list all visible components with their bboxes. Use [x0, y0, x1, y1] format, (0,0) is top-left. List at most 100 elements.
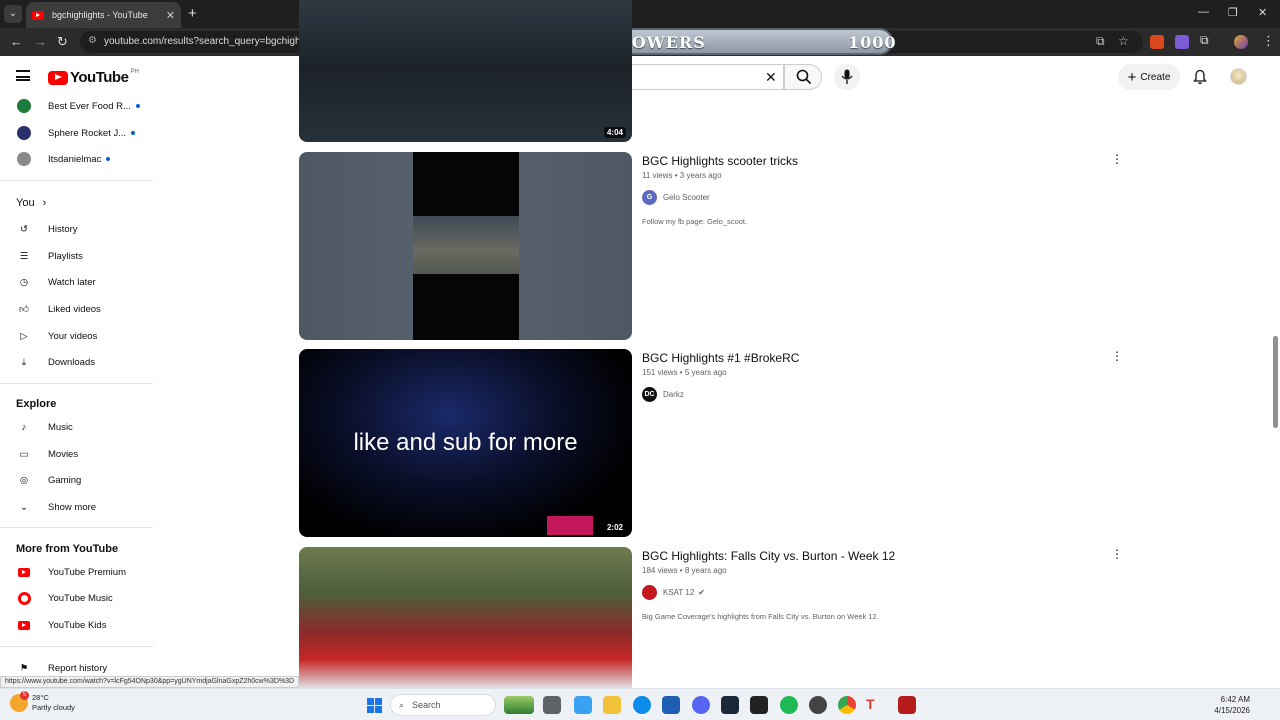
clock-time: 6:42 AM: [1220, 695, 1250, 704]
window-close-icon[interactable]: ✕: [1258, 6, 1267, 19]
typing-app-icon[interactable]: T: [866, 696, 884, 714]
page-scrollbar[interactable]: [1270, 56, 1280, 688]
extension-icon[interactable]: [1175, 35, 1189, 49]
search-result[interactable]: BGC Highlights: Falls City vs. Burton - …: [299, 547, 1129, 688]
sidebar-item-movies[interactable]: ▭ Movies: [16, 444, 79, 464]
you-section-link[interactable]: You ›: [16, 193, 46, 213]
video-thumbnail[interactable]: [299, 152, 632, 340]
subscription-item[interactable]: Best Ever Food R...: [16, 96, 140, 116]
sidebar-item-playlists[interactable]: ☰ Playlists: [16, 246, 83, 266]
store-icon[interactable]: [662, 696, 680, 714]
account-avatar[interactable]: [1230, 68, 1247, 85]
channel-link[interactable]: DC Darkz: [642, 387, 684, 402]
taskbar-search[interactable]: ⌕ Search: [390, 694, 496, 716]
more-actions-icon[interactable]: ⋮: [1111, 547, 1123, 561]
verified-check-icon: ✔: [698, 588, 705, 597]
search-result[interactable]: 4:04: [299, 0, 1129, 142]
video-frame: [413, 152, 519, 340]
back-icon[interactable]: ←: [10, 34, 23, 49]
windows-start-icon[interactable]: [367, 698, 382, 713]
sidebar-item-youtube-premium[interactable]: YouTube Premium: [16, 562, 126, 582]
sidebar-item-watch-later[interactable]: ◷ Watch later: [16, 272, 96, 292]
video-thumbnail[interactable]: like and sub for more 2:02: [299, 349, 632, 537]
sidebar-item-your-videos[interactable]: ▷ Your videos: [16, 326, 97, 346]
divider: [0, 646, 153, 647]
search-result[interactable]: like and sub for more 2:02 BGC Highlight…: [299, 349, 1129, 537]
hamburger-menu-icon[interactable]: [16, 70, 30, 81]
video-thumbnail[interactable]: 4:04: [299, 0, 632, 142]
sidebar-item-youtube-kids[interactable]: YouTube Kids: [16, 615, 106, 635]
sidebar-item-gaming[interactable]: ◎ Gaming: [16, 470, 81, 490]
sidebar-item-report-history[interactable]: ⚑ Report history: [16, 658, 107, 678]
create-button[interactable]: + Create: [1118, 64, 1180, 90]
more-actions-icon[interactable]: ⋮: [1111, 349, 1123, 363]
subscription-item[interactable]: Sphere Rocket J...: [16, 123, 136, 143]
install-app-icon[interactable]: ⧉: [1096, 34, 1105, 49]
sidebar-item-history[interactable]: ↺ History: [16, 219, 78, 239]
bookmark-star-icon[interactable]: ☆: [1118, 34, 1129, 48]
forward-icon[interactable]: →: [34, 34, 47, 49]
task-view-icon[interactable]: [543, 696, 561, 714]
discord-icon[interactable]: [692, 696, 710, 714]
video-thumbnail[interactable]: [299, 547, 632, 688]
scrollbar-thumb[interactable]: [1273, 336, 1278, 428]
restore-icon[interactable]: ❐: [1228, 6, 1238, 19]
create-label: Create: [1140, 71, 1171, 83]
obs-icon[interactable]: [809, 696, 827, 714]
new-content-dot: [106, 157, 111, 161]
video-title[interactable]: BGC Highlights scooter tricks: [642, 154, 798, 168]
sidebar-item-label: Movies: [48, 448, 79, 460]
subscription-label: Itsdanielmac: [48, 153, 102, 165]
weather-widget[interactable]: 5 28°C Partly cloudy: [10, 691, 75, 713]
notifications-bell-icon[interactable]: [1192, 69, 1208, 85]
video-title[interactable]: BGC Highlights: Falls City vs. Burton - …: [642, 549, 895, 563]
tab-search-icon[interactable]: ⌄: [4, 5, 22, 23]
channel-link[interactable]: G Gelo Scooter: [642, 190, 710, 205]
browser-tab[interactable]: bgchighlights - YouTube ✕: [26, 2, 181, 28]
search-button[interactable]: [784, 64, 822, 90]
capcut-icon[interactable]: [750, 696, 768, 714]
channel-link[interactable]: KSAT 12 ✔: [642, 585, 705, 600]
tab-close-icon[interactable]: ✕: [166, 9, 175, 22]
photos-app-icon[interactable]: [574, 696, 592, 714]
extensions-puzzle-icon[interactable]: ⧉: [1200, 33, 1214, 47]
youtube-logo[interactable]: YouTube PH: [48, 69, 139, 86]
file-explorer-icon[interactable]: [603, 696, 621, 714]
sidebar-item-downloads[interactable]: ⤓ Downloads: [16, 352, 95, 372]
profile-avatar[interactable]: [1234, 35, 1248, 49]
reload-icon[interactable]: ↻: [57, 34, 68, 50]
system-clock[interactable]: 6:42 AM 4/15/2026: [1208, 694, 1250, 716]
video-title[interactable]: BGC Highlights #1 #BrokeRC: [642, 351, 799, 365]
extension-icon[interactable]: [1150, 35, 1164, 49]
clear-search-icon[interactable]: ✕: [765, 69, 777, 86]
site-info-icon[interactable]: ⚙: [88, 35, 97, 46]
sidebar-item-label: Liked videos: [48, 303, 101, 315]
yt-kids-icon: [18, 620, 30, 630]
channel-avatar: G: [642, 190, 657, 205]
minimize-icon[interactable]: —: [1198, 6, 1209, 18]
subscription-item[interactable]: Itsdanielmac: [16, 149, 111, 169]
search-result[interactable]: BGC Highlights scooter tricks 11 views •…: [299, 152, 1129, 340]
chrome-icon[interactable]: [838, 696, 856, 714]
new-tab-icon[interactable]: +: [188, 5, 197, 22]
more-actions-icon[interactable]: ⋮: [1111, 152, 1123, 166]
sidebar-item-music[interactable]: ♪ Music: [16, 417, 73, 437]
widgets-icon[interactable]: [504, 696, 534, 714]
browser-tab-bar: ⌄ bgchighlights - YouTube ✕ + — ❐ ✕: [0, 0, 1280, 28]
thumbs-up-icon: 👍︎: [19, 304, 29, 315]
voice-search-button[interactable]: [834, 64, 860, 90]
app-icon[interactable]: [898, 696, 916, 714]
sidebar-item-liked-videos[interactable]: 👍︎ Liked videos: [16, 299, 101, 319]
sidebar-item-label: Watch later: [48, 276, 96, 288]
youtube-header: YouTube PH bgchighlights ✕ + Create: [0, 56, 1270, 96]
history-icon: ↺: [20, 223, 28, 235]
spotify-icon[interactable]: [780, 696, 798, 714]
steam-icon[interactable]: [721, 696, 739, 714]
sidebar-item-youtube-music[interactable]: YouTube Music: [16, 588, 113, 608]
edge-browser-icon[interactable]: [633, 696, 651, 714]
sidebar-item-label: Show more: [48, 501, 97, 513]
windows-taskbar: 5 28°C Partly cloudy ⌕ Search T 6:42 AM …: [0, 688, 1280, 720]
sidebar-item-label: Playlists: [48, 250, 83, 262]
browser-menu-icon[interactable]: ⋮: [1262, 33, 1275, 49]
sidebar-item-show-more[interactable]: ⌄ Show more: [16, 497, 96, 517]
